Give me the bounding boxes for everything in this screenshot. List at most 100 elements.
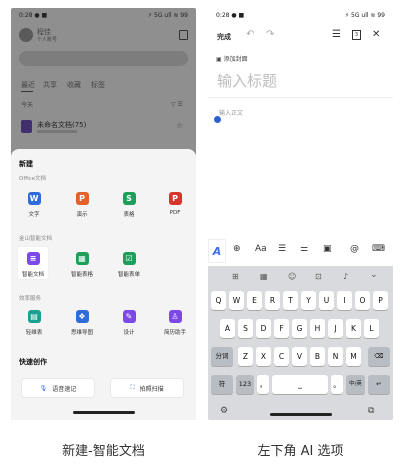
add-cover-button[interactable]: ▣ 添加封面 bbox=[216, 54, 248, 63]
collapse-keyboard-icon[interactable]: ⌄ bbox=[370, 270, 378, 280]
kb-grid-icon[interactable]: ⊞ bbox=[232, 272, 239, 281]
tile-label: 演示 bbox=[76, 212, 88, 218]
body-input[interactable]: 输入正文 bbox=[219, 108, 243, 117]
key-s[interactable]: S bbox=[238, 319, 253, 338]
tile-label: 轻维表 bbox=[25, 330, 43, 336]
keyboard-settings-icon[interactable]: ⚙ bbox=[220, 406, 228, 416]
key-b[interactable]: B bbox=[310, 347, 325, 366]
key-n[interactable]: N bbox=[328, 347, 343, 366]
picture-icon[interactable]: ▣ bbox=[323, 244, 332, 254]
office-tile-sheet[interactable]: S 表格 bbox=[113, 192, 145, 218]
button-label: 拍照扫描 bbox=[139, 385, 164, 393]
text-style-icon[interactable]: Aa bbox=[255, 244, 267, 254]
filter-icon[interactable]: ▽ ☰ bbox=[171, 101, 183, 108]
ai-button[interactable]: A bbox=[208, 239, 226, 263]
clipboard-icon[interactable]: ⊡ bbox=[315, 272, 322, 281]
tab-recent[interactable]: 最近 bbox=[21, 80, 35, 90]
key-u[interactable]: U bbox=[319, 291, 334, 310]
emoji-icon[interactable]: ☺ bbox=[288, 272, 296, 281]
align-icon[interactable]: ⚌ bbox=[300, 244, 308, 254]
key-t[interactable]: T bbox=[283, 291, 298, 310]
list-icon[interactable]: ☰ bbox=[278, 244, 286, 254]
split-key[interactable]: 分词 bbox=[211, 347, 233, 366]
key-x[interactable]: X bbox=[256, 347, 271, 366]
smart-doc-icon: ≡ bbox=[26, 252, 40, 265]
key-k[interactable]: K bbox=[346, 319, 361, 338]
key-c[interactable]: C bbox=[274, 347, 289, 366]
mention-icon[interactable]: @ bbox=[350, 244, 359, 254]
key-v[interactable]: V bbox=[292, 347, 307, 366]
star-icon[interactable]: ☆ bbox=[176, 121, 183, 130]
toc-icon[interactable]: 3 bbox=[352, 30, 361, 40]
office-tile-pdf[interactable]: P PDF bbox=[159, 192, 191, 216]
key-p[interactable]: P bbox=[373, 291, 388, 310]
office-tile-word[interactable]: W 文字 bbox=[18, 192, 50, 218]
tile-label: 智能表格 bbox=[70, 272, 93, 278]
mindmap-icon: ❖ bbox=[75, 310, 89, 323]
key-w[interactable]: W bbox=[229, 291, 244, 310]
voice-icon[interactable]: ♪ bbox=[343, 272, 348, 281]
word-icon: W bbox=[27, 192, 41, 205]
right-screenshot: 0:28 ● ■ ⚡ 5G ull ≋ 99 完成 ↶ ↷ ☰ 3 ✕ ▣ 添加… bbox=[208, 8, 393, 420]
notes-icon[interactable] bbox=[179, 30, 188, 40]
office-tile-ppt[interactable]: P 演示 bbox=[66, 192, 98, 218]
tab-starred[interactable]: 收藏 bbox=[67, 80, 81, 90]
smart-tile-doc[interactable]: ≡ 智能文档 bbox=[17, 252, 49, 278]
image-icon: ▣ bbox=[216, 56, 222, 63]
key-r[interactable]: R bbox=[265, 291, 280, 310]
scan-button[interactable]: ⛶ 拍照扫描 bbox=[110, 378, 184, 398]
key-e[interactable]: E bbox=[247, 291, 262, 310]
quick-create-title: 快速创作 bbox=[19, 358, 47, 366]
tile-label: 表格 bbox=[123, 212, 135, 218]
service-tile-resume[interactable]: ♙ 简历助手 bbox=[159, 310, 191, 336]
smart-tile-form[interactable]: ☑ 智能表单 bbox=[113, 252, 145, 278]
service-tile-mindmap[interactable]: ❖ 思维导图 bbox=[66, 310, 98, 336]
avatar[interactable] bbox=[19, 28, 33, 42]
key-d[interactable]: D bbox=[256, 319, 271, 338]
undo-icon[interactable]: ↶ bbox=[246, 29, 254, 40]
tab-shared[interactable]: 共享 bbox=[43, 80, 57, 90]
key-z[interactable]: Z bbox=[238, 347, 253, 366]
service-label: 效率服务 bbox=[19, 296, 42, 302]
key-g[interactable]: G bbox=[292, 319, 307, 338]
close-icon[interactable]: ✕ bbox=[372, 29, 380, 40]
title-input[interactable]: 输入标题 bbox=[217, 70, 277, 91]
symbols-key[interactable]: 符 bbox=[211, 375, 233, 394]
keyboard-toggle-icon[interactable]: ⌨ bbox=[372, 244, 385, 254]
recent-doc-title[interactable]: 未命名文档(75) bbox=[37, 120, 86, 130]
kb-keypad-icon[interactable]: ▦ bbox=[260, 272, 268, 281]
menu-icon[interactable]: ☰ bbox=[332, 29, 341, 40]
numbers-key[interactable]: 123 bbox=[236, 375, 254, 394]
voice-note-button[interactable]: 🎙 语音速记 bbox=[21, 378, 95, 398]
insert-icon[interactable]: ⊕ bbox=[233, 244, 241, 254]
service-tile-table[interactable]: ▤ 轻维表 bbox=[18, 310, 50, 336]
enter-key[interactable]: ↵ bbox=[368, 375, 390, 394]
cursor-handle[interactable] bbox=[214, 116, 221, 123]
key-j[interactable]: J bbox=[328, 319, 343, 338]
status-icons: ⚡ 5G ull ≋ 99 bbox=[344, 11, 385, 19]
key-i[interactable]: I bbox=[337, 291, 352, 310]
backspace-key[interactable]: ⌫ bbox=[368, 347, 390, 366]
language-key[interactable]: 中/英 bbox=[346, 375, 365, 394]
key-f[interactable]: F bbox=[274, 319, 289, 338]
key-a[interactable]: A bbox=[220, 319, 235, 338]
tab-tags[interactable]: 标签 bbox=[91, 80, 105, 90]
keyboard-switch-icon[interactable]: ⧉ bbox=[368, 406, 374, 416]
key-o[interactable]: O bbox=[355, 291, 370, 310]
service-tile-design[interactable]: ✎ 设计 bbox=[113, 310, 145, 336]
key-l[interactable]: L bbox=[364, 319, 379, 338]
comma-key[interactable]: ， bbox=[257, 375, 269, 394]
design-icon: ✎ bbox=[122, 310, 136, 323]
key-m[interactable]: M bbox=[346, 347, 361, 366]
smart-tile-sheet[interactable]: ▦ 智能表格 bbox=[66, 252, 98, 278]
tile-label: 智能表单 bbox=[117, 272, 140, 278]
period-key[interactable]: 。 bbox=[331, 375, 343, 394]
key-y[interactable]: Y bbox=[301, 291, 316, 310]
done-button[interactable]: 完成 bbox=[217, 32, 231, 42]
space-key[interactable]: ⎵ bbox=[272, 375, 328, 394]
key-h[interactable]: H bbox=[310, 319, 325, 338]
key-q[interactable]: Q bbox=[211, 291, 226, 310]
tab-underline bbox=[21, 91, 33, 92]
redo-icon[interactable]: ↷ bbox=[266, 29, 274, 40]
search-bar[interactable] bbox=[19, 51, 188, 66]
